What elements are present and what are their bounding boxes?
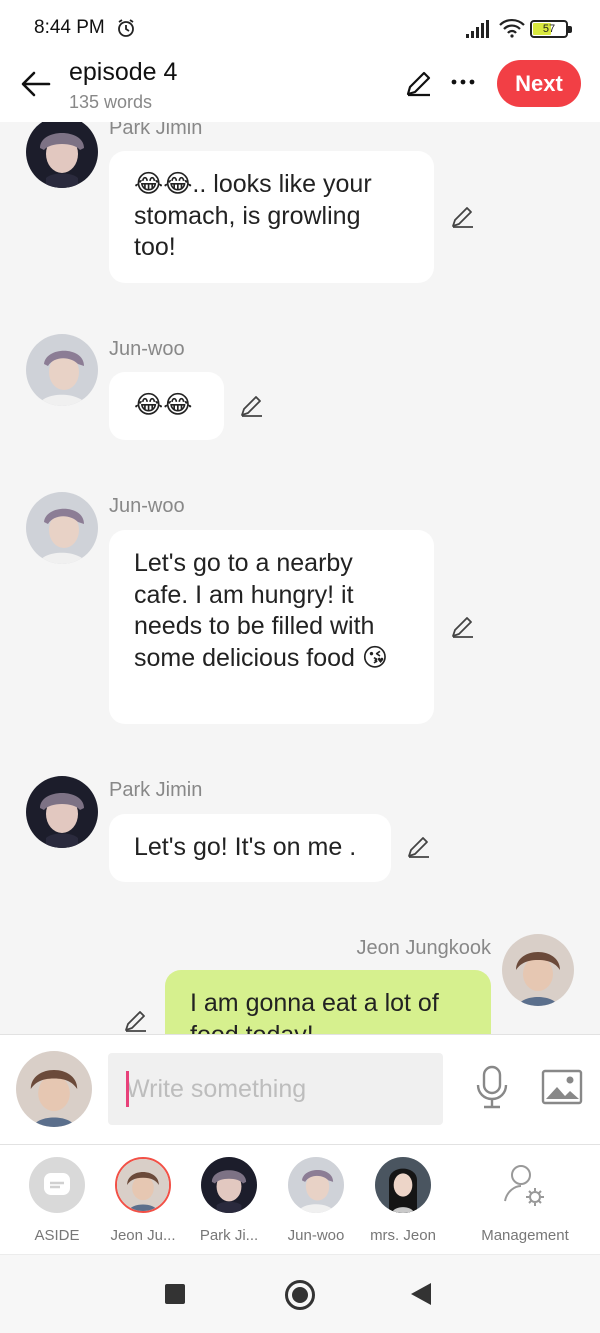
aside-avatar [29, 1157, 85, 1213]
sender-name: Jun-woo [109, 338, 185, 360]
character-label: Jeon Ju... [110, 1227, 176, 1244]
avatar-jun-woo[interactable] [26, 334, 98, 406]
edit-message-icon[interactable] [239, 393, 265, 419]
text-caret [126, 1071, 129, 1107]
avatar-image [26, 492, 98, 564]
character-label: ASIDE [34, 1227, 80, 1244]
current-character-avatar[interactable] [16, 1051, 92, 1127]
edit-pencil-icon[interactable] [404, 68, 434, 98]
sender-name: Park Jimin [109, 779, 203, 801]
character-park-jimin[interactable]: Park Ji... [186, 1157, 272, 1244]
more-options-icon[interactable] [448, 70, 478, 94]
character-label: mrs. Jeon [370, 1227, 436, 1244]
image-icon[interactable] [541, 1069, 583, 1105]
header: episode 4 135 words Next [0, 58, 600, 122]
avatar-image [502, 934, 574, 1006]
message-bubble[interactable]: I am gonna eat a lot of food today! [165, 970, 491, 1034]
edit-message-icon[interactable] [406, 834, 432, 860]
user-settings-icon [504, 1165, 544, 1206]
battery-text: 57 [542, 23, 556, 35]
avatar-image [288, 1157, 344, 1213]
sender-name: Jeon Jungkook [356, 937, 491, 959]
character-aside[interactable]: ASIDE [14, 1157, 100, 1244]
recents-button[interactable] [165, 1284, 185, 1304]
sender-name: Park Jimin [109, 122, 203, 139]
avatar-image [375, 1157, 431, 1213]
character-bar: ASIDE Jeon Ju... Park Ji... Jun-woo mrs.… [0, 1144, 600, 1254]
message-bubble[interactable]: 😂😂 [109, 372, 224, 440]
battery-nub [568, 26, 572, 33]
character-jun-woo[interactable]: Jun-woo [273, 1157, 359, 1244]
avatar-image [201, 1157, 257, 1213]
avatar-park-jimin[interactable] [26, 122, 98, 188]
home-button[interactable] [285, 1280, 315, 1310]
page-title: episode 4 [69, 58, 178, 86]
avatar-image [117, 1159, 169, 1211]
system-back-button[interactable] [411, 1283, 431, 1305]
message-bubble[interactable]: Let's go! It's on me . [109, 814, 391, 882]
compose-bar [0, 1034, 600, 1144]
alarm-icon [118, 19, 134, 37]
home-dot [292, 1287, 308, 1303]
character-mrs-jeon[interactable]: mrs. Jeon [360, 1157, 446, 1244]
message-bubble[interactable]: 😂😂.. looks like your stomach, is growlin… [109, 151, 434, 283]
message-bubble[interactable]: Let's go to a nearby cafe. I am hungry! … [109, 530, 434, 724]
character-label: Park Ji... [199, 1227, 259, 1244]
system-nav-bar [0, 1254, 600, 1333]
sender-name: Jun-woo [109, 495, 185, 517]
avatar-jeon-jungkook[interactable] [502, 934, 574, 1006]
signal-icon [466, 20, 489, 38]
avatar-image [16, 1051, 92, 1127]
avatar-jun-woo[interactable] [26, 492, 98, 564]
status-time: 8:44 PM [34, 17, 105, 38]
character-jeon-jungkook[interactable]: Jeon Ju... [100, 1157, 186, 1244]
microphone-icon[interactable] [474, 1065, 510, 1109]
character-label: Jun-woo [287, 1227, 345, 1244]
avatar-park-jimin[interactable] [26, 776, 98, 848]
character-avatar-selected [115, 1157, 171, 1213]
battery-icon: 57 [530, 20, 572, 38]
character-avatar [375, 1157, 431, 1213]
back-arrow-icon[interactable] [18, 66, 54, 102]
wifi-icon [499, 18, 525, 38]
character-label: Management [481, 1227, 569, 1244]
chat-area[interactable]: Park Jimin 😂😂.. looks like your stomach,… [0, 122, 600, 1034]
avatar-image [26, 776, 98, 848]
edit-message-icon[interactable] [450, 614, 476, 640]
word-count: 135 words [69, 92, 153, 112]
message-input[interactable] [108, 1053, 443, 1125]
avatar-image [26, 122, 98, 188]
avatar-image [26, 334, 98, 406]
character-avatar [288, 1157, 344, 1213]
edit-message-icon[interactable] [450, 204, 476, 230]
status-bar: 8:44 PM 57 [0, 0, 600, 58]
speech-bubble-icon [44, 1173, 70, 1195]
app-root: 8:44 PM 57 episode 4 135 words Next Park… [0, 0, 600, 1333]
edit-message-icon[interactable] [123, 1008, 149, 1034]
management-button[interactable]: Management [475, 1157, 575, 1244]
next-button[interactable]: Next [497, 60, 581, 107]
character-avatar [201, 1157, 257, 1213]
